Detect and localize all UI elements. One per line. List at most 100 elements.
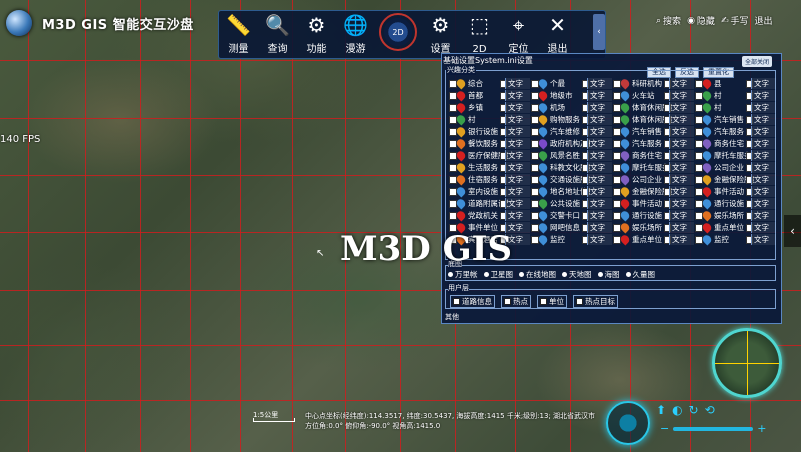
text-toggle[interactable]: 文字: [505, 78, 530, 89]
poi-item[interactable]: 村文字: [694, 102, 776, 114]
toolbar-button-8[interactable]: ✕ 退出: [538, 11, 577, 58]
poi-item[interactable]: 科研机构 文字: [612, 78, 694, 90]
poi-item[interactable]: 重点单位 文字: [694, 222, 776, 234]
poi-item[interactable]: 交通设施服务文字: [530, 174, 612, 186]
poi-item[interactable]: 摩托车服务 文字: [612, 162, 694, 174]
poi-item[interactable]: 购物服务 文字: [530, 114, 612, 126]
basemap-radio[interactable]: 天地图: [562, 269, 592, 280]
poi-item[interactable]: 餐饮服务 文字: [448, 138, 530, 150]
text-toggle[interactable]: 文字: [751, 174, 776, 185]
poi-item[interactable]: 科教文化服务文字: [530, 162, 612, 174]
poi-item[interactable]: 摩托车服务 文字: [694, 150, 776, 162]
basemap-radio[interactable]: 久量图: [625, 269, 655, 280]
poi-item[interactable]: 汽车服务 文字: [694, 126, 776, 138]
text-toggle[interactable]: 文字: [505, 150, 530, 161]
poi-item[interactable]: 交警卡口 文字: [530, 210, 612, 222]
text-toggle[interactable]: 文字: [505, 186, 530, 197]
toolbar-button-2[interactable]: ⚙ 功能: [297, 11, 336, 58]
compass-icon[interactable]: [606, 401, 650, 445]
poi-item[interactable]: 公司企业 文字: [612, 174, 694, 186]
poi-item[interactable]: 事件活动 文字: [694, 186, 776, 198]
poi-item[interactable]: 通行设施 文字: [694, 198, 776, 210]
pan-up-icon[interactable]: ⬆: [656, 403, 666, 417]
zoom-out-icon[interactable]: −: [660, 422, 669, 435]
user-layer-checkbox[interactable]: 单位: [537, 295, 567, 308]
text-toggle[interactable]: 文字: [669, 198, 694, 209]
text-toggle[interactable]: 文字: [505, 126, 530, 137]
poi-item[interactable]: 商务住宅 文字: [612, 150, 694, 162]
side-expand-button[interactable]: ‹: [784, 215, 801, 247]
text-toggle[interactable]: 文字: [587, 162, 612, 173]
text-toggle[interactable]: 文字: [751, 78, 776, 89]
basemap-radio[interactable]: 万里帐: [448, 269, 478, 280]
poi-item[interactable]: 监控 文字: [530, 234, 612, 246]
poi-item[interactable]: 道路附属设施文字: [448, 198, 530, 210]
toolbar-button-6[interactable]: ⬚ 2D: [460, 11, 499, 58]
text-toggle[interactable]: 文字: [669, 102, 694, 113]
user-layer-checkbox[interactable]: 热点: [501, 295, 531, 308]
text-toggle[interactable]: 文字: [751, 198, 776, 209]
poi-item[interactable]: 火车站 文字: [612, 90, 694, 102]
toolbar-collapse-button[interactable]: ‹: [593, 14, 605, 50]
poi-item[interactable]: 综合 文字: [448, 78, 530, 90]
text-toggle[interactable]: 文字: [751, 114, 776, 125]
text-toggle[interactable]: 文字: [587, 198, 612, 209]
poi-item[interactable]: 地级市 文字: [530, 90, 612, 102]
toolbar-button-1[interactable]: 🔍 查询: [258, 11, 297, 58]
close-all-button[interactable]: 全部关闭: [742, 56, 773, 67]
search-link[interactable]: ⌕ 搜索: [656, 14, 681, 28]
text-toggle[interactable]: 文字: [751, 90, 776, 101]
rotate-icon[interactable]: ↻: [689, 403, 699, 417]
poi-item[interactable]: 体育休闲服务文字: [612, 102, 694, 114]
toolbar-button-3[interactable]: 🌐 漫游: [336, 11, 375, 58]
poi-item[interactable]: 娱乐场所 文字: [612, 222, 694, 234]
poi-item[interactable]: 生活服务 文字: [448, 162, 530, 174]
text-toggle[interactable]: 文字: [669, 162, 694, 173]
text-toggle[interactable]: 文字: [587, 114, 612, 125]
text-toggle[interactable]: 文字: [669, 78, 694, 89]
text-toggle[interactable]: 文字: [587, 138, 612, 149]
text-toggle[interactable]: 文字: [669, 126, 694, 137]
basemap-radio[interactable]: 海图: [597, 269, 620, 280]
poi-item[interactable]: 金融保险服务文字: [694, 174, 776, 186]
text-toggle[interactable]: 文字: [587, 174, 612, 185]
poi-item[interactable]: 风景名胜 文字: [530, 150, 612, 162]
poi-item[interactable]: 党政机关 文字: [448, 210, 530, 222]
text-toggle[interactable]: 文字: [669, 90, 694, 101]
overview-minimap[interactable]: [712, 328, 782, 398]
text-toggle[interactable]: 文字: [505, 174, 530, 185]
text-toggle[interactable]: 文字: [751, 102, 776, 113]
zoom-slider[interactable]: [673, 426, 754, 431]
tilt-icon[interactable]: ◐: [672, 403, 682, 417]
text-toggle[interactable]: 文字: [751, 126, 776, 137]
hand-link[interactable]: ✍ 手写: [721, 14, 749, 28]
text-toggle[interactable]: 文字: [669, 234, 694, 245]
poi-item[interactable]: 住宿服务 文字: [448, 174, 530, 186]
text-toggle[interactable]: 文字: [587, 150, 612, 161]
poi-item[interactable]: 公共设施 文字: [530, 198, 612, 210]
poi-item[interactable]: 重点单位 文字: [612, 234, 694, 246]
text-toggle[interactable]: 文字: [587, 234, 612, 245]
poi-item[interactable]: 县文字: [694, 78, 776, 90]
poi-item[interactable]: 汽车销售 文字: [694, 114, 776, 126]
poi-item[interactable]: 地名地址信息文字: [530, 186, 612, 198]
toolbar-button-5[interactable]: ⚙ 设置: [421, 11, 460, 58]
exit-link[interactable]: 退出: [755, 14, 773, 27]
text-toggle[interactable]: 文字: [505, 102, 530, 113]
text-toggle[interactable]: 文字: [669, 174, 694, 185]
poi-item[interactable]: 个最 文字: [530, 78, 612, 90]
text-toggle[interactable]: 文字: [669, 186, 694, 197]
text-toggle[interactable]: 文字: [751, 138, 776, 149]
text-toggle[interactable]: 文字: [505, 138, 530, 149]
poi-item[interactable]: 监控 文字: [694, 234, 776, 246]
poi-item[interactable]: 事件活动 文字: [612, 198, 694, 210]
text-toggle[interactable]: 文字: [751, 234, 776, 245]
poi-item[interactable]: 室内设施 文字: [448, 186, 530, 198]
poi-item[interactable]: 村文字: [448, 114, 530, 126]
poi-item[interactable]: 公司企业 文字: [694, 162, 776, 174]
text-toggle[interactable]: 文字: [587, 186, 612, 197]
hide-link[interactable]: ◉ 隐藏: [687, 14, 715, 28]
poi-item[interactable]: 机场 文字: [530, 102, 612, 114]
text-toggle[interactable]: 文字: [751, 150, 776, 161]
text-toggle[interactable]: 文字: [751, 210, 776, 221]
